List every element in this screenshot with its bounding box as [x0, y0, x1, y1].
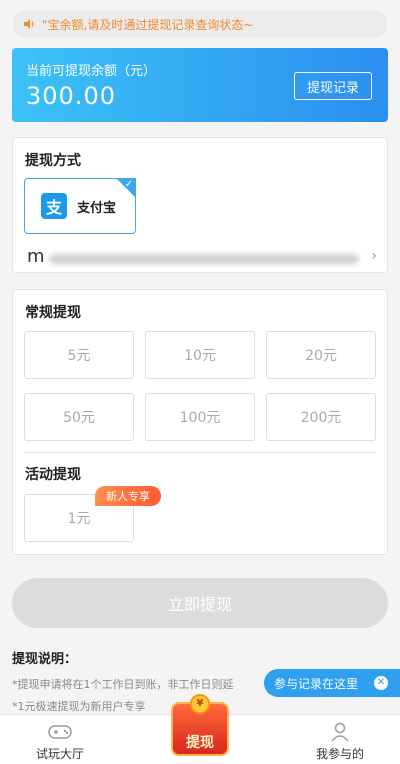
withdraw-now-button[interactable]: 立即提现 [12, 578, 388, 628]
alipay-icon: 支 [41, 193, 67, 219]
withdraw-record-button[interactable]: 提现记录 [294, 72, 372, 100]
tab-label: 试玩大厅 [35, 747, 84, 761]
balance-amount: 300.00 [26, 82, 116, 110]
section-divider [25, 452, 375, 453]
tab-my-participation[interactable]: 我参与的 [280, 715, 400, 764]
amount-option-20[interactable]: 20元 [266, 331, 376, 379]
tab-withdraw[interactable]: ¥ 提现 [163, 690, 237, 760]
alipay-option[interactable]: 支 支付宝 ✓ [24, 178, 136, 234]
tab-label: 我参与的 [315, 747, 364, 761]
notice-text: "宝余额,请及时通过提现记录查询状态~ [42, 17, 254, 32]
regular-withdraw-title: 常规提现 [25, 305, 81, 321]
account-row[interactable]: m › [25, 246, 377, 268]
notice-bar: "宝余额,请及时通过提现记录查询状态~ [12, 10, 388, 38]
activity-withdraw-title: 活动提现 [25, 467, 81, 483]
speaker-icon [24, 19, 34, 29]
balance-label: 当前可提现余额（元） [26, 64, 157, 79]
chevron-right-icon: › [371, 248, 377, 264]
new-user-badge: 新人专享 [95, 486, 161, 506]
withdraw-amount-card: 常规提现 5元 10元 20元 50元 100元 200元 活动提现 1元 新人… [12, 289, 388, 555]
check-icon: ✓ [124, 179, 133, 190]
gamepad-icon [48, 725, 72, 739]
account-text: m [27, 246, 45, 267]
notes-title: 提现说明： [12, 652, 78, 667]
amount-option-100[interactable]: 100元 [145, 393, 255, 441]
note-item: *1元极速提现为新用户专享 [12, 700, 146, 713]
tooltip-text: 参与记录在这里 [274, 676, 359, 691]
tab-trial-hall[interactable]: 试玩大厅 [0, 715, 120, 764]
coin-icon: ¥ [190, 694, 210, 714]
close-icon[interactable]: ✕ [374, 676, 388, 690]
amount-option-50[interactable]: 50元 [24, 393, 134, 441]
participation-tooltip: 参与记录在这里 ✕ [264, 669, 400, 697]
amount-option-5[interactable]: 5元 [24, 331, 134, 379]
amount-option-200[interactable]: 200元 [266, 393, 376, 441]
withdraw-method-title: 提现方式 [25, 153, 81, 169]
amount-option-10[interactable]: 10元 [145, 331, 255, 379]
account-blur-mask [49, 254, 359, 264]
user-icon [331, 722, 349, 742]
withdraw-method-card: 提现方式 支 支付宝 ✓ m › [12, 137, 388, 273]
alipay-label: 支付宝 [77, 200, 117, 216]
balance-card: 当前可提现余额（元） 300.00 提现记录 [12, 48, 388, 122]
withdraw-tab-label: 提现 [186, 735, 214, 751]
